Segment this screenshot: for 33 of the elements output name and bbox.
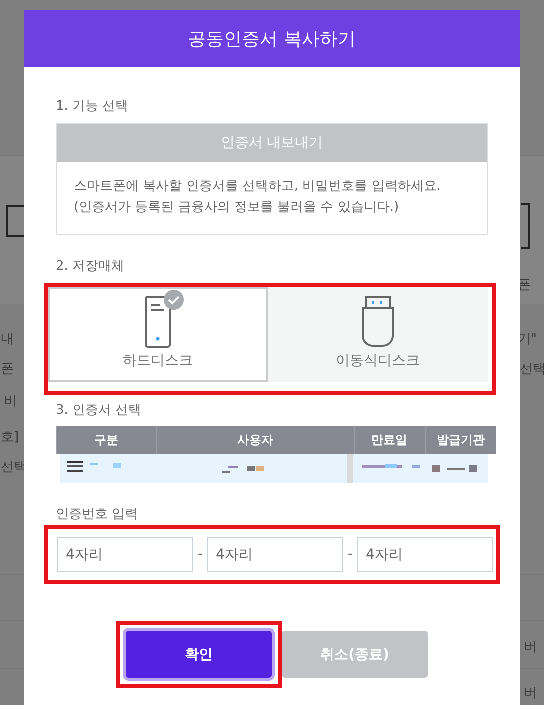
code-field[interactable]: 4자리 bbox=[357, 537, 493, 572]
storage-option[interactable]: 이동식디스크 bbox=[268, 287, 488, 382]
usb-drive-icon bbox=[361, 296, 395, 348]
background-text: 내 bbox=[1, 331, 14, 348]
redacted-row-drawing[interactable] bbox=[60, 454, 488, 483]
separator-text: - bbox=[348, 547, 352, 562]
background-text: 기" bbox=[518, 331, 537, 348]
computer-tower-icon bbox=[145, 296, 171, 348]
column-header: 만료일 bbox=[354, 426, 426, 454]
background-text: 폰 bbox=[518, 277, 531, 294]
code-field[interactable]: 4자리 bbox=[57, 537, 193, 572]
background-text: 호] bbox=[1, 429, 20, 446]
column-header: 구분 bbox=[56, 426, 157, 454]
section-label: 3. 인증서 선택 bbox=[56, 402, 143, 419]
section-label: 1. 기능 선택 bbox=[56, 98, 130, 115]
background-text: 선택 bbox=[520, 361, 544, 378]
separator-text: - bbox=[198, 547, 202, 562]
code-field[interactable]: 4자리 bbox=[207, 537, 343, 572]
section-label: 인증번호 입력 bbox=[56, 506, 140, 523]
check-icon bbox=[164, 290, 184, 310]
description-text: 스마트폰에 복사할 인증서를 선택하고, 비밀번호를 입력하세요. (인증서가 등록된 금융사의 정보를 불러올 수 있습니다.) bbox=[73, 178, 442, 217]
option-label: 하드디스크 bbox=[123, 352, 193, 370]
column-header: 발급기관 bbox=[425, 426, 496, 454]
section-label: 2. 저장매체 bbox=[56, 258, 126, 275]
confirm-button[interactable]: 확인 bbox=[126, 631, 272, 678]
background-text: 폰 bbox=[1, 361, 14, 378]
option-label: 이동식디스크 bbox=[336, 352, 420, 370]
dialog-title: 공동인증서 복사하기 bbox=[24, 10, 520, 67]
storage-option[interactable]: 하드디스크 bbox=[48, 287, 268, 382]
background-text: 버 bbox=[524, 685, 537, 702]
background-text: 버 bbox=[524, 639, 537, 656]
background-text: 비 bbox=[4, 393, 17, 410]
column-header: 사용자 bbox=[156, 426, 354, 454]
